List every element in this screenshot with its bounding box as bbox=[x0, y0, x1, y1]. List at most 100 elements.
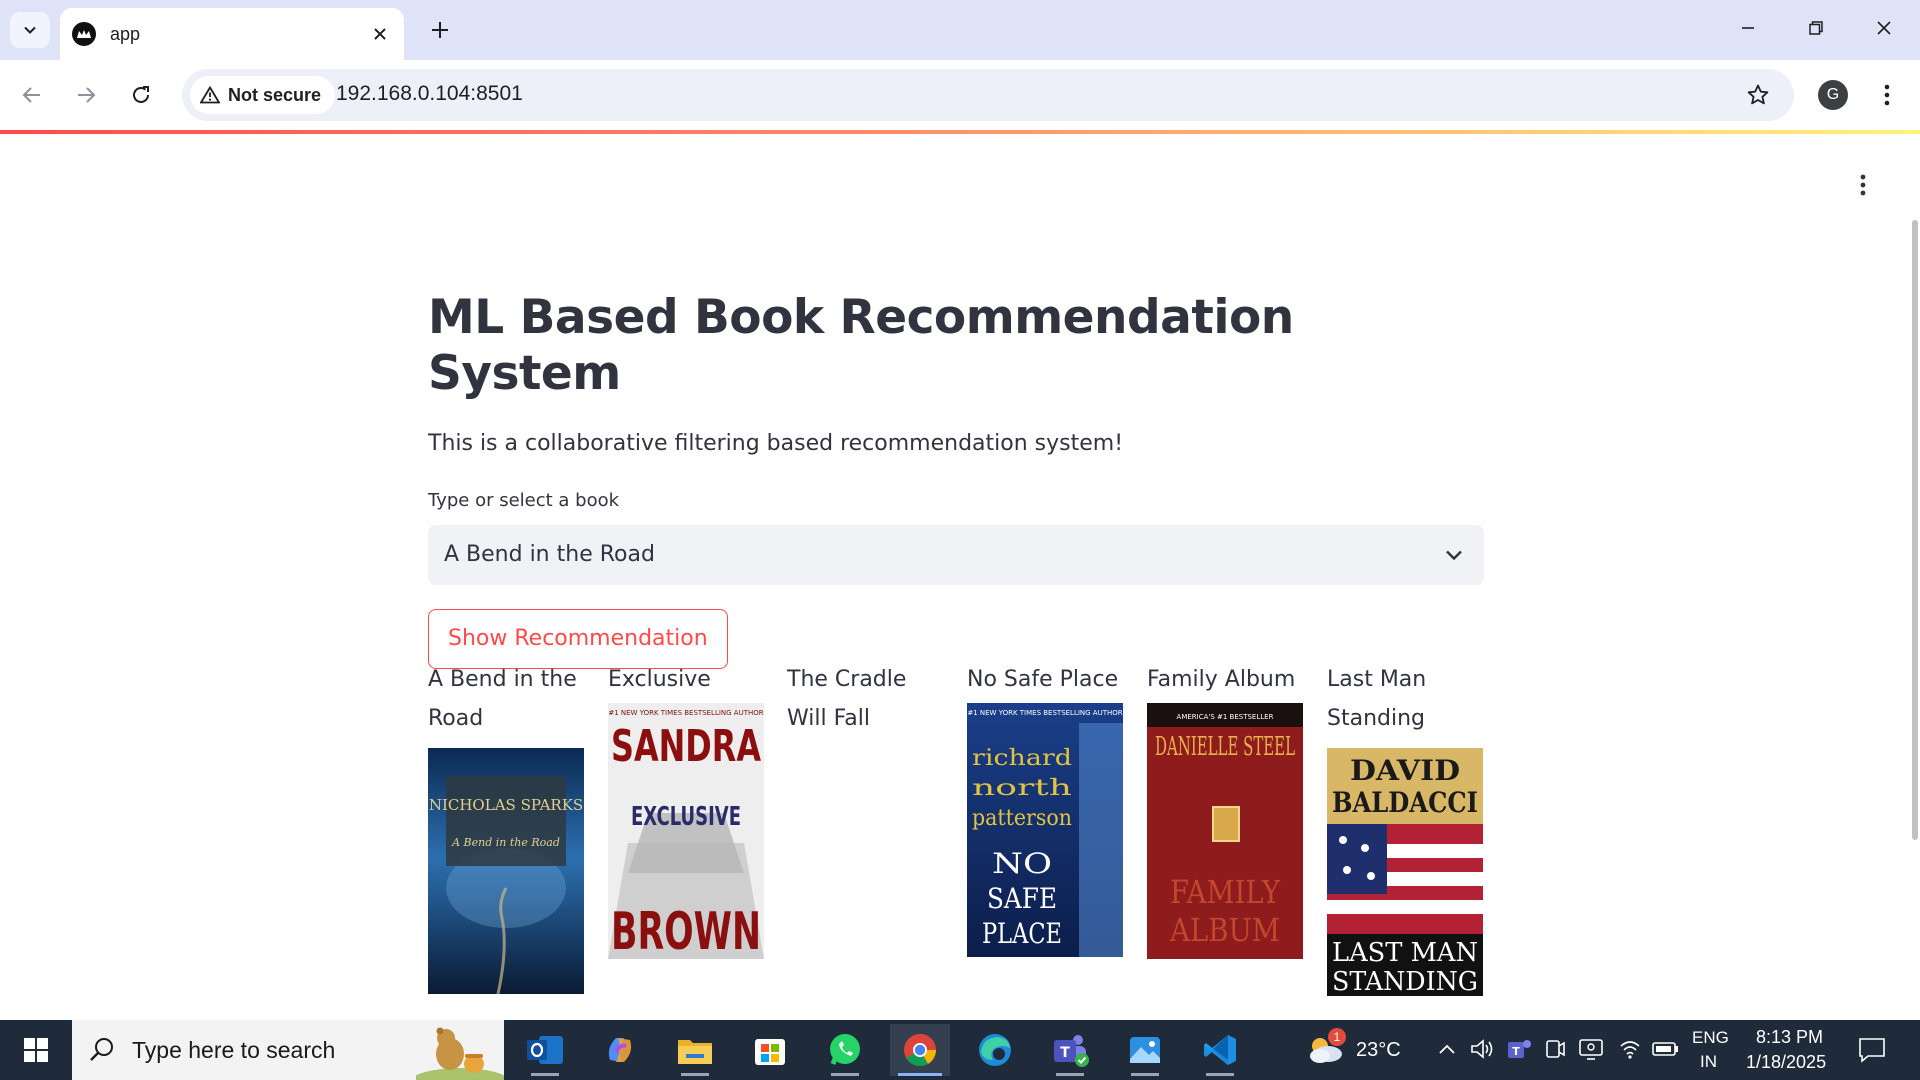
browser-toolbar: Not secure 192.168.0.104:8501 G bbox=[0, 60, 1920, 130]
weather-temperature[interactable]: 23°C bbox=[1356, 1039, 1401, 1062]
clock-date[interactable]: 1/18/2025 bbox=[1746, 1052, 1826, 1073]
chrome-icon bbox=[904, 1033, 937, 1067]
svg-text:T: T bbox=[1512, 1045, 1520, 1058]
taskbar-whatsapp[interactable] bbox=[815, 1024, 875, 1076]
app-main-menu-icon[interactable] bbox=[1848, 170, 1878, 200]
store-icon bbox=[755, 1039, 785, 1065]
svg-text:richard: richard bbox=[972, 746, 1072, 771]
taskbar-search-box[interactable]: Type here to search bbox=[72, 1020, 504, 1080]
taskbar-edge[interactable] bbox=[965, 1024, 1025, 1076]
taskbar-microsoft-store[interactable] bbox=[740, 1024, 800, 1076]
tab-search-button[interactable] bbox=[10, 12, 50, 48]
search-icon bbox=[90, 1038, 113, 1061]
book-cover-image: #1 NEW YORK TIMES BESTSELLING AUTHOR SAN… bbox=[608, 703, 764, 959]
minimize-button[interactable] bbox=[1724, 8, 1772, 48]
svg-text:DANIELLE STEEL: DANIELLE STEEL bbox=[1155, 732, 1295, 762]
svg-text:EXCLUSIVE: EXCLUSIVE bbox=[631, 802, 741, 832]
streamlit-favicon-icon bbox=[72, 22, 96, 46]
svg-text:NICHOLAS SPARKS: NICHOLAS SPARKS bbox=[429, 796, 583, 814]
page-subtitle: This is a collaborative filtering based … bbox=[428, 430, 1124, 456]
reload-button[interactable] bbox=[121, 75, 161, 115]
taskbar-teams[interactable]: T bbox=[1040, 1024, 1100, 1076]
book-select-label: Type or select a book bbox=[428, 489, 620, 511]
teams-tray-icon[interactable]: T bbox=[1506, 1037, 1532, 1061]
photos-icon bbox=[1130, 1037, 1160, 1063]
svg-text:BROWN: BROWN bbox=[611, 902, 761, 959]
taskbar-chrome[interactable] bbox=[890, 1024, 950, 1076]
clock-time[interactable]: 8:13 PM bbox=[1756, 1027, 1823, 1048]
search-placeholder[interactable]: Type here to search bbox=[132, 1037, 335, 1064]
selected-book-value[interactable]: A Bend in the Road bbox=[444, 542, 655, 567]
streamlit-decoration-bar bbox=[0, 130, 1920, 134]
forward-button[interactable] bbox=[66, 75, 106, 115]
svg-text:DAVID: DAVID bbox=[1350, 754, 1460, 787]
taskbar-file-explorer[interactable] bbox=[665, 1024, 725, 1076]
svg-text:north: north bbox=[972, 776, 1072, 801]
recommendation-card: Last Man Standing DAVID BALDACCI LAST MA… bbox=[1327, 660, 1483, 996]
arrow-left-icon bbox=[22, 87, 40, 103]
page-title: ML Based Book Recommendation System bbox=[428, 290, 1294, 402]
app-main-content: ML Based Book Recommendation System This… bbox=[428, 290, 1484, 669]
svg-text:FAMILY: FAMILY bbox=[1170, 873, 1281, 911]
page-scrollbar[interactable] bbox=[1910, 220, 1920, 840]
windows-logo-icon bbox=[24, 1038, 48, 1062]
tab-title: app bbox=[110, 23, 141, 44]
svg-text:SANDRA: SANDRA bbox=[611, 721, 761, 772]
book-cover-image: NICHOLAS SPARKS A Bend in the Road bbox=[428, 748, 584, 994]
taskbar-copilot[interactable] bbox=[590, 1024, 650, 1076]
recommendation-card: Family Album AMERICA'S #1 BESTSELLER DAN… bbox=[1147, 660, 1303, 959]
book-title: The Cradle Will Fall bbox=[787, 667, 907, 731]
region-indicator[interactable]: IN bbox=[1700, 1052, 1717, 1072]
chevron-down-icon[interactable] bbox=[1442, 543, 1466, 567]
teams-icon: T bbox=[1054, 1035, 1089, 1067]
restore-button[interactable] bbox=[1792, 8, 1840, 48]
address-bar[interactable]: Not secure 192.168.0.104:8501 bbox=[182, 69, 1794, 121]
security-indicator[interactable]: Not secure bbox=[190, 76, 336, 114]
plus-icon bbox=[432, 22, 448, 38]
recommendation-card: The Cradle Will Fall bbox=[787, 660, 943, 738]
taskbar-photos[interactable] bbox=[1115, 1024, 1175, 1076]
arrow-right-icon bbox=[78, 87, 96, 103]
recommendation-card: A Bend in the Road NICHOLAS SPARKS A Ben… bbox=[428, 660, 584, 994]
taskbar-outlook[interactable] bbox=[515, 1024, 575, 1076]
start-button[interactable] bbox=[0, 1020, 72, 1080]
new-tab-button[interactable] bbox=[424, 14, 456, 46]
recommendation-card: No Safe Place #1 NEW YORK TIMES BESTSELL… bbox=[967, 660, 1123, 957]
close-window-button[interactable] bbox=[1860, 8, 1908, 48]
book-selectbox[interactable]: A Bend in the Road bbox=[428, 524, 1484, 585]
book-title: Last Man Standing bbox=[1327, 667, 1427, 731]
scrollbar-thumb[interactable] bbox=[1912, 220, 1918, 840]
profile-avatar[interactable]: G bbox=[1818, 80, 1848, 110]
browser-tab[interactable]: app bbox=[60, 8, 404, 60]
search-highlight-illustration-icon bbox=[416, 1027, 504, 1080]
language-indicator[interactable]: ENG bbox=[1692, 1028, 1729, 1048]
svg-text:NO: NO bbox=[992, 847, 1052, 880]
reload-icon bbox=[133, 86, 149, 103]
book-cover-image: DAVID BALDACCI LAST MAN STANDING bbox=[1327, 748, 1483, 996]
wifi-icon[interactable] bbox=[1618, 1038, 1642, 1060]
taskbar-vscode[interactable] bbox=[1190, 1024, 1250, 1076]
windows-taskbar: Type here to search T 1 23°C T ENG IN 8:… bbox=[0, 1020, 1920, 1080]
svg-text:BALDACCI: BALDACCI bbox=[1332, 786, 1478, 819]
volume-icon[interactable] bbox=[1470, 1038, 1494, 1060]
bookmark-star-icon[interactable] bbox=[1744, 81, 1772, 109]
back-button[interactable] bbox=[12, 75, 52, 115]
tab-close-icon[interactable] bbox=[368, 22, 392, 46]
svg-text:patterson: patterson bbox=[972, 806, 1072, 831]
notifications-icon[interactable] bbox=[1858, 1037, 1886, 1063]
recommendation-card: Exclusive #1 NEW YORK TIMES BESTSELLING … bbox=[608, 660, 764, 959]
chevron-up-icon[interactable] bbox=[1438, 1042, 1456, 1056]
edge-icon bbox=[979, 1034, 1011, 1066]
meet-now-icon[interactable] bbox=[1544, 1038, 1566, 1060]
minimize-icon bbox=[1742, 27, 1754, 29]
svg-text:#1 NEW YORK TIMES BESTSELLING: #1 NEW YORK TIMES BESTSELLING AUTHOR bbox=[608, 709, 763, 717]
display-settings-icon[interactable] bbox=[1578, 1037, 1604, 1061]
url-text[interactable]: 192.168.0.104:8501 bbox=[336, 82, 523, 106]
svg-text:SAFE: SAFE bbox=[987, 882, 1057, 915]
book-title: Exclusive bbox=[608, 667, 711, 692]
weather-badge: 1 bbox=[1328, 1028, 1346, 1046]
svg-text:AMERICA'S #1 BESTSELLER: AMERICA'S #1 BESTSELLER bbox=[1177, 713, 1274, 721]
battery-icon[interactable] bbox=[1652, 1040, 1680, 1058]
browser-menu-icon[interactable] bbox=[1872, 79, 1902, 111]
browser-tabstrip: app bbox=[0, 0, 1920, 60]
